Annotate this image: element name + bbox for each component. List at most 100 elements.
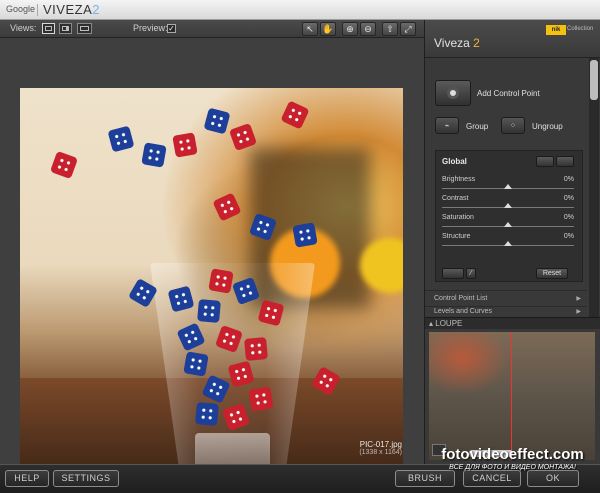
watermark-site: fotovideoeffect.com — [441, 446, 584, 463]
die — [248, 386, 274, 412]
single-view-icon — [45, 26, 52, 31]
zoom-in-button[interactable]: ⊕ — [342, 22, 358, 36]
global-expand-button[interactable] — [556, 156, 574, 167]
zoom-in-icon: ⊕ — [346, 24, 354, 34]
app-version: 2 — [92, 2, 100, 17]
eyedropper-icon: ⁄ — [470, 270, 472, 277]
die — [195, 402, 219, 426]
loupe-view[interactable] — [429, 332, 595, 460]
zoom-out-icon: ⊖ — [364, 24, 372, 34]
ungroup-button[interactable]: ⁘ — [501, 117, 525, 134]
file-info: PIC-017.jpg (1338 x 1164) — [340, 440, 402, 456]
slider-knob[interactable] — [504, 241, 512, 246]
add-control-point-button[interactable] — [435, 80, 471, 106]
loupe-header[interactable]: ▴ LOUPE — [425, 317, 600, 329]
slider-label: Saturation — [442, 214, 474, 221]
die — [141, 142, 167, 168]
slider-brightness[interactable]: Brightness 0% — [442, 176, 578, 195]
fit-button[interactable]: ⤢ — [400, 22, 416, 36]
help-button[interactable]: HELP — [5, 470, 49, 487]
die — [280, 100, 310, 130]
upload-button[interactable]: ⇧ — [382, 22, 398, 36]
loupe-title: ▴ LOUPE — [429, 319, 463, 328]
slider-value: 0% — [563, 214, 574, 221]
control-point-icon — [447, 87, 459, 99]
eyedropper-button[interactable]: ⁄ — [466, 268, 476, 279]
slider-value: 0% — [563, 233, 574, 240]
nik-collection-label: Collection — [567, 26, 594, 32]
die — [183, 351, 209, 377]
slider-structure[interactable]: Structure 0% — [442, 233, 578, 252]
reset-button[interactable]: Reset — [536, 268, 568, 279]
ungroup-icon: ⁘ — [509, 121, 517, 130]
title-separator — [37, 4, 38, 16]
die — [208, 268, 234, 294]
slider-knob[interactable] — [504, 184, 512, 189]
slider-label: Brightness — [442, 176, 476, 183]
slider-value: 0% — [563, 195, 574, 202]
hand-tool-button[interactable]: ✋ — [320, 22, 336, 36]
nik-logo: nik — [546, 25, 566, 35]
view-single-button[interactable] — [42, 23, 55, 34]
expand-arrow-icon: ▶ — [576, 309, 581, 315]
group-button[interactable]: ⌁ — [435, 117, 459, 134]
control-point-list-header[interactable]: Control Point List ▶ — [425, 290, 587, 306]
panel-scrollbar[interactable] — [589, 58, 599, 318]
view-split-button[interactable] — [59, 23, 72, 34]
compare-button[interactable] — [442, 268, 464, 279]
levels-curves-label: Levels and Curves — [434, 308, 492, 315]
slider-value: 0% — [563, 176, 574, 183]
hand-icon: ✋ — [322, 24, 334, 34]
loupe-label: LOUPE — [435, 319, 463, 328]
global-adjustments: Global Brightness 0% Contrast 0% Saturat… — [435, 150, 583, 282]
slider-label: Structure — [442, 233, 471, 240]
die — [197, 299, 221, 323]
global-option-button[interactable] — [536, 156, 554, 167]
fit-icon: ⤢ — [404, 24, 412, 34]
panel-title-text: Viveza — [434, 36, 470, 50]
die — [203, 107, 231, 135]
control-point-list-label: Control Point List — [434, 295, 488, 302]
expand-arrow-icon: ▶ — [576, 296, 581, 302]
watermark: fotovideoeffect.com ВСЕ ДЛЯ ФОТО И ВИДЕО… — [425, 446, 600, 486]
loupe-split-line[interactable] — [511, 332, 512, 460]
preview-label: Preview: — [133, 23, 168, 33]
upload-icon: ⇧ — [386, 24, 394, 34]
slider-knob[interactable] — [504, 222, 512, 227]
zoom-out-button[interactable]: ⊖ — [360, 22, 376, 36]
right-panel: Viveza 2 nik Collection Add Control Poin… — [424, 20, 600, 464]
die — [107, 125, 135, 153]
group-icon: ⌁ — [444, 121, 450, 130]
die — [49, 150, 79, 180]
add-control-point-label: Add Control Point — [477, 89, 540, 98]
levels-curves-header[interactable]: Levels and Curves ▶ — [425, 306, 587, 316]
toolbar: Views: Preview: ✓ ↖ ✋ ⊕ ⊖ ⇧ ⤢ — [0, 20, 424, 38]
split-view-icon — [62, 26, 69, 31]
die — [228, 122, 258, 152]
arrow-pointer-icon: ↖ — [306, 24, 314, 34]
preview-checkbox[interactable]: ✓ — [167, 24, 176, 33]
image-canvas[interactable]: PIC-017.jpg (1338 x 1164) — [0, 38, 424, 480]
side-by-side-icon — [80, 26, 89, 31]
slider-saturation[interactable]: Saturation 0% — [442, 214, 578, 233]
views-label: Views: — [10, 23, 37, 33]
slider-knob[interactable] — [504, 203, 512, 208]
die — [292, 222, 318, 248]
scrollbar-thumb[interactable] — [590, 60, 598, 100]
view-side-by-side-button[interactable] — [77, 23, 92, 34]
select-tool-button[interactable]: ↖ — [302, 22, 318, 36]
title-bar: Google VIVEZA2 — [0, 0, 600, 20]
photo-preview[interactable] — [20, 88, 403, 480]
app-name: VIVEZA — [43, 2, 93, 17]
viveza-window: Google VIVEZA2 Views: Preview: ✓ ↖ ✋ ⊕ ⊖… — [0, 0, 600, 493]
file-dimensions: (1338 x 1164) — [359, 449, 402, 456]
slider-contrast[interactable]: Contrast 0% — [442, 195, 578, 214]
panel-title-version: 2 — [473, 36, 480, 50]
die — [212, 192, 242, 222]
ungroup-label: Ungroup — [532, 122, 563, 131]
die — [172, 132, 198, 158]
global-title: Global — [442, 157, 467, 166]
settings-button[interactable]: SETTINGS — [53, 470, 119, 487]
panel-title: Viveza 2 — [434, 36, 480, 50]
panel-header: Viveza 2 nik Collection — [425, 20, 600, 58]
